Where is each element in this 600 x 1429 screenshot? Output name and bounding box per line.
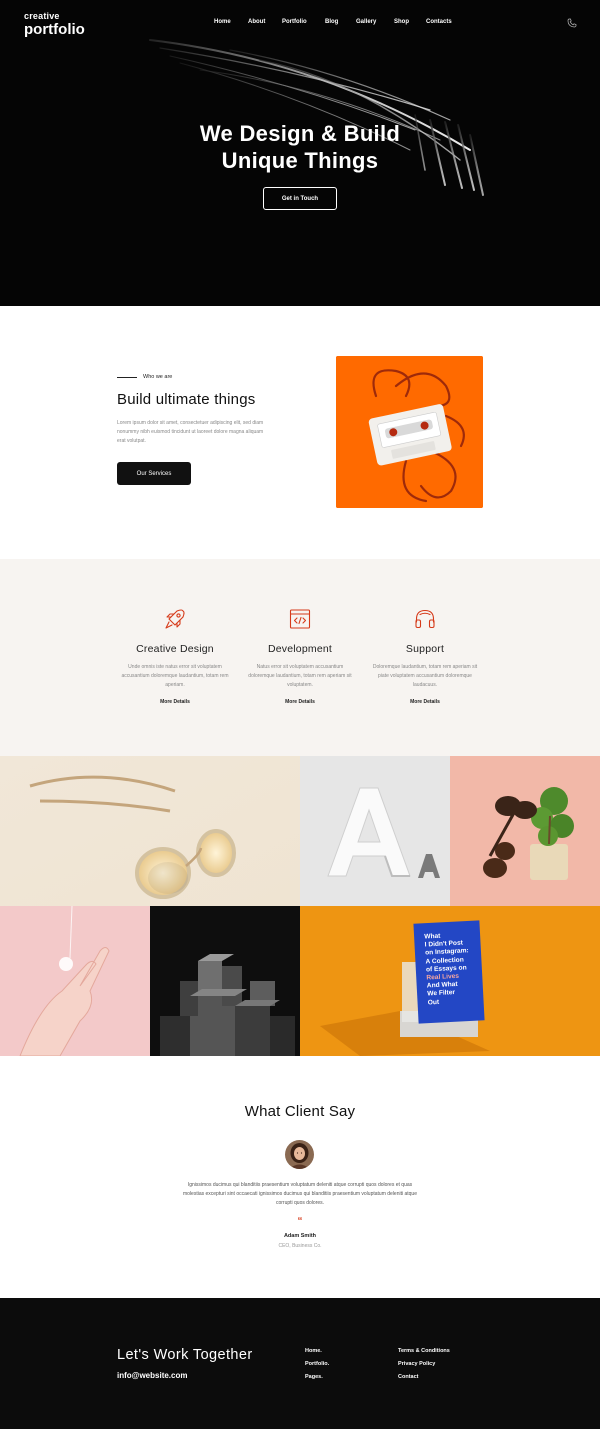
footer-link-contact[interactable]: Contact — [398, 1374, 450, 1380]
service-body: Doloremque laudantium, totam rem aperiam… — [372, 664, 478, 688]
hero-title-line2: Unique Things — [221, 148, 379, 173]
avatar — [285, 1140, 314, 1169]
more-details-link[interactable]: More Details — [110, 699, 240, 705]
quote-icon: “ — [297, 1216, 303, 1227]
get-in-touch-button[interactable]: Get in Touch — [263, 187, 337, 210]
gallery-item-letter-a[interactable] — [300, 756, 450, 906]
eyebrow-line — [117, 376, 137, 378]
testimonial-section: What Client Say Ignissimos ducimus qui b… — [0, 1056, 600, 1298]
about-body: Lorem ipsum dolor sit amet, consectetuer… — [117, 420, 264, 444]
footer: Let's Work Together info@website.com Hom… — [0, 1298, 600, 1429]
code-window-icon — [289, 609, 311, 629]
hero-title-line1: We Design & Build — [199, 121, 401, 146]
service-body: Natus error sit voluptatem accusantium d… — [248, 664, 352, 688]
footer-email-link[interactable]: info@website.com — [117, 1371, 187, 1380]
eyebrow: Who we are — [117, 374, 172, 380]
book-cover-text: What I Didn't Post on Instagram: A Colle… — [424, 931, 486, 1008]
logo-line2: portfolio — [24, 21, 85, 38]
cassette-tape-photo — [336, 356, 483, 508]
service-title: Support — [405, 643, 445, 655]
book-line: Real Lives — [426, 972, 460, 982]
testimonial-role: CEO, Business Co. — [278, 1243, 322, 1249]
more-details-link[interactable]: More Details — [235, 699, 365, 705]
nav-gallery[interactable]: Gallery — [356, 19, 394, 25]
nav-contacts[interactable]: Contacts — [426, 19, 466, 25]
gallery-item-hand[interactable] — [0, 906, 150, 1056]
about-section: Who we are Build ultimate things Lorem i… — [0, 306, 600, 559]
nav-shop[interactable]: Shop — [394, 19, 426, 25]
phone-icon[interactable] — [567, 18, 577, 28]
more-details-link[interactable]: More Details — [360, 699, 490, 705]
gallery-item-book[interactable]: What I Didn't Post on Instagram: A Colle… — [300, 906, 600, 1056]
testimonial-body: Ignissimos ducimus qui blanditiis praese… — [182, 1182, 417, 1206]
service-title: Development — [267, 643, 333, 655]
hero-section: creative portfolio Home About Portfolio … — [0, 0, 600, 306]
service-body: Unde omnis iste natus error sit voluptat… — [121, 664, 229, 688]
book-line: What — [424, 932, 441, 941]
footer-link-terms[interactable]: Terms & Conditions — [398, 1348, 450, 1354]
footer-link-portfolio[interactable]: Portfolio. — [305, 1361, 329, 1367]
headphones-icon — [415, 609, 435, 629]
gallery-grid: What I Didn't Post on Instagram: A Colle… — [0, 756, 600, 1056]
testimonial-author: Adam Smith — [283, 1233, 317, 1239]
gallery-item-sunglasses-plant[interactable] — [450, 756, 600, 906]
book-line: of Essays on — [425, 964, 467, 974]
services-section: Creative Design Unde omnis iste natus er… — [0, 559, 600, 756]
footer-link-privacy[interactable]: Privacy Policy — [398, 1361, 450, 1367]
nav-portfolio[interactable]: Portfolio — [282, 19, 325, 25]
gallery-item-cubes[interactable] — [150, 906, 300, 1056]
footer-title: Let's Work Together — [117, 1347, 253, 1363]
site-logo[interactable]: creative portfolio — [24, 11, 85, 38]
footer-links-col2: Terms & Conditions Privacy Policy Contac… — [398, 1348, 450, 1387]
about-title: Build ultimate things — [117, 391, 256, 408]
service-card: Creative Design Unde omnis iste natus er… — [110, 607, 240, 705]
nav-about[interactable]: About — [248, 19, 282, 25]
eyebrow-text: Who we are — [143, 374, 173, 380]
book-line: And What — [426, 981, 458, 990]
main-nav: Home About Portfolio Blog Gallery Shop C… — [214, 19, 466, 25]
hero-title: We Design & Build Unique Things — [0, 120, 600, 174]
service-card: Development Natus error sit voluptatem a… — [235, 607, 365, 705]
nav-home[interactable]: Home — [214, 19, 248, 25]
footer-links-col1: Home. Portfolio. Pages. — [305, 1348, 329, 1387]
logo-line1: creative — [24, 11, 60, 21]
service-card: Support Doloremque laudantium, totam rem… — [360, 607, 490, 705]
nav-blog[interactable]: Blog — [325, 19, 356, 25]
rocket-icon — [165, 609, 185, 629]
testimonial-title: What Client Say — [244, 1103, 356, 1120]
footer-link-pages[interactable]: Pages. — [305, 1374, 329, 1380]
service-title: Creative Design — [136, 643, 214, 655]
book-line: We Filter — [427, 989, 456, 998]
gallery-item-sunglasses[interactable] — [0, 756, 300, 906]
book-line: Out — [427, 998, 440, 1007]
our-services-button[interactable]: Our Services — [117, 462, 191, 485]
footer-link-home[interactable]: Home. — [305, 1348, 329, 1354]
